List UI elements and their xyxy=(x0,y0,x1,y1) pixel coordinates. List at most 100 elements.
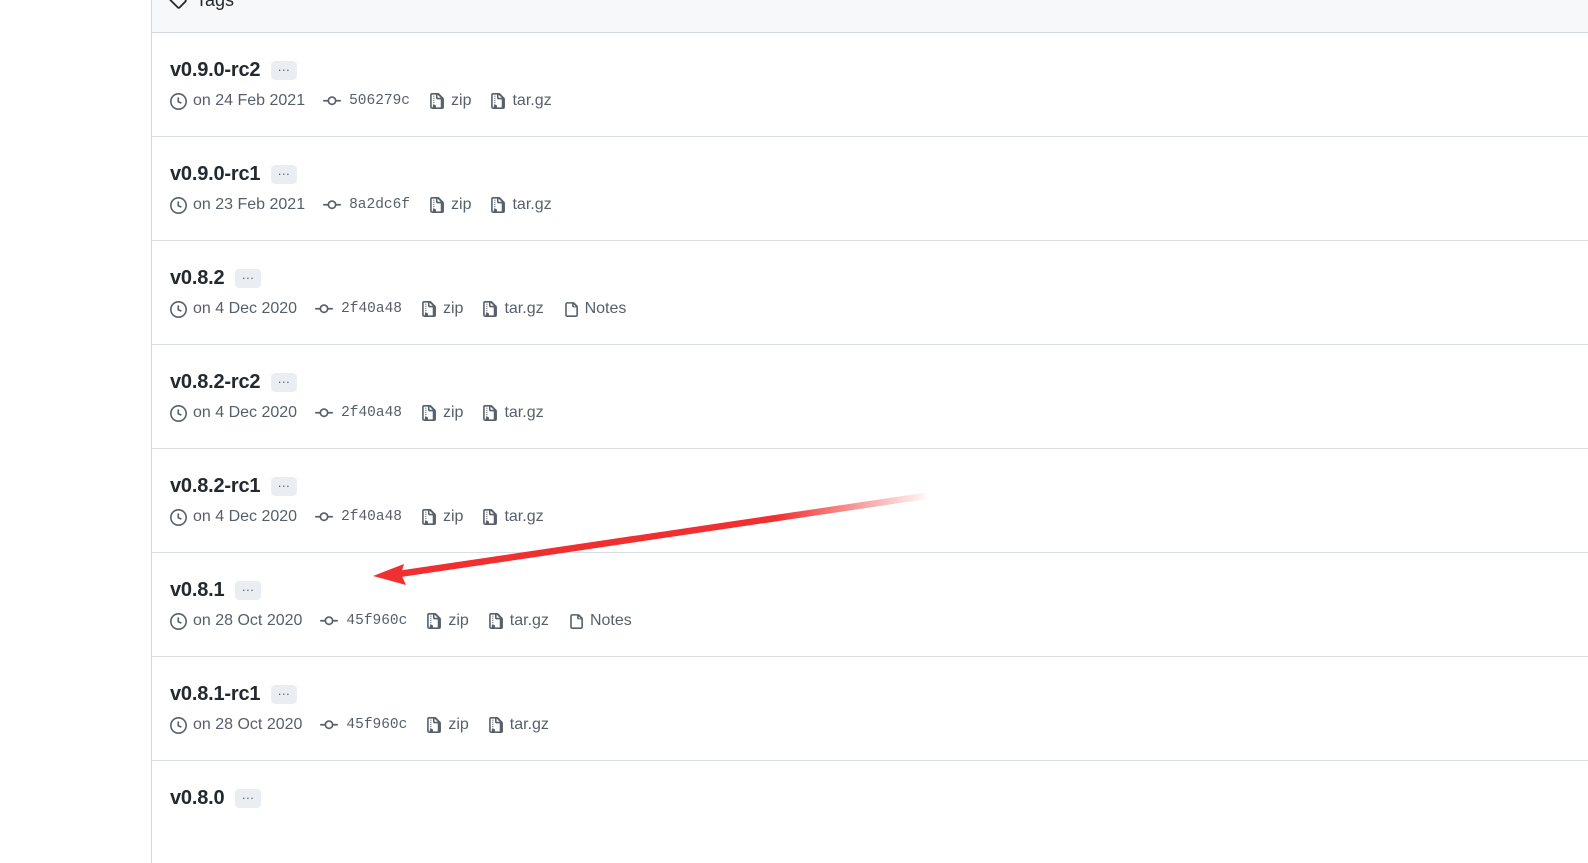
tag-name-link[interactable]: v0.9.0-rc2 xyxy=(170,59,260,81)
tag-zip-download[interactable]: zip xyxy=(428,92,471,110)
tag-main: v0.9.0-rc1 … on 23 Feb 2021 8a2dc6f zip tar.g… xyxy=(170,163,1588,214)
tag-targz-download[interactable]: tar.gz xyxy=(481,404,544,422)
tag-icon xyxy=(168,0,187,9)
git-commit-icon xyxy=(320,716,339,734)
tag-commit[interactable]: 8a2dc6f xyxy=(323,196,410,214)
tag-row: v0.8.1 … on 28 Oct 2020 45f960c zip tar.gz Not… xyxy=(152,553,1588,657)
tag-commit[interactable]: 506279c xyxy=(323,92,410,110)
tag-date: on 28 Oct 2020 xyxy=(170,612,302,630)
tags-rows: v0.9.0-rc2 … on 24 Feb 2021 506279c zip tar.g… xyxy=(152,33,1588,863)
tag-targz-label[interactable]: tar.gz xyxy=(504,300,543,318)
tag-name-link[interactable]: v0.8.2 xyxy=(170,267,225,289)
tag-commit-sha[interactable]: 2f40a48 xyxy=(341,509,402,525)
tag-targz-download[interactable]: tar.gz xyxy=(487,716,549,734)
file-zip-icon xyxy=(481,300,498,318)
tag-zip-download[interactable]: zip xyxy=(425,716,469,734)
tag-options-label: … xyxy=(277,370,292,386)
tag-commit-sha[interactable]: 2f40a48 xyxy=(341,405,402,421)
tag-zip-label[interactable]: zip xyxy=(443,300,463,318)
tag-targz-label[interactable]: tar.gz xyxy=(504,404,543,422)
tag-options-button[interactable]: … xyxy=(271,476,298,496)
tag-name-link[interactable]: v0.8.0 xyxy=(170,787,225,809)
tag-main: v0.8.2-rc2 … on 4 Dec 2020 2f40a48 zip tar.gz xyxy=(170,371,1588,422)
tag-date: on 4 Dec 2020 xyxy=(170,404,297,422)
tag-options-button[interactable]: … xyxy=(235,786,262,808)
tag-name-link[interactable]: v0.8.1 xyxy=(170,579,225,601)
tag-commit[interactable]: 2f40a48 xyxy=(315,300,402,318)
tag-targz-label[interactable]: tar.gz xyxy=(504,508,543,526)
tag-targz-download[interactable]: tar.gz xyxy=(489,92,552,110)
tag-zip-label[interactable]: zip xyxy=(451,92,471,110)
file-zip-icon xyxy=(489,92,506,110)
tag-options-button[interactable]: … xyxy=(271,682,298,704)
tag-meta: on 23 Feb 2021 8a2dc6f zip tar.gz xyxy=(170,196,1588,214)
note-file-icon xyxy=(562,301,579,318)
git-commit-icon xyxy=(315,508,334,526)
tag-commit[interactable]: 45f960c xyxy=(320,612,407,630)
tag-date-label: on 4 Dec 2020 xyxy=(193,300,298,317)
tag-name-link[interactable]: v0.8.2-rc1 xyxy=(170,475,260,497)
tag-title-line: v0.8.1-rc1 … xyxy=(170,683,1588,705)
tag-notes-link[interactable]: Notes xyxy=(562,300,627,318)
tag-main: v0.8.2-rc1 … on 4 Dec 2020 2f40a48 zip tar.gz xyxy=(170,475,1588,526)
tag-date: on 4 Dec 2020 xyxy=(170,300,297,318)
tag-options-button[interactable]: … xyxy=(271,58,298,80)
tag-options-label: … xyxy=(241,786,256,802)
tag-commit[interactable]: 2f40a48 xyxy=(315,404,402,422)
tag-commit[interactable]: 45f960c xyxy=(320,716,407,734)
tag-commit-sha[interactable]: 45f960c xyxy=(346,717,407,733)
tag-date: on 4 Dec 2020 xyxy=(170,508,297,526)
tag-options-button[interactable]: … xyxy=(271,370,298,392)
tag-targz-label[interactable]: tar.gz xyxy=(510,716,549,734)
tag-targz-label[interactable]: tar.gz xyxy=(512,92,551,110)
tag-row: v0.8.2 … on 4 Dec 2020 2f40a48 zip tar.gz Note… xyxy=(152,241,1588,345)
tag-options-button[interactable]: … xyxy=(235,268,262,288)
tag-title-line: v0.8.2-rc1 … xyxy=(170,475,1588,497)
tag-commit-sha[interactable]: 45f960c xyxy=(346,613,407,629)
tag-targz-label[interactable]: tar.gz xyxy=(512,196,551,214)
tag-main: v0.8.1 … on 28 Oct 2020 45f960c zip tar.gz Not… xyxy=(170,579,1588,630)
git-commit-icon xyxy=(315,404,334,422)
tag-zip-label[interactable]: zip xyxy=(448,612,468,630)
tag-meta: on 4 Dec 2020 2f40a48 zip tar.gz Notes xyxy=(170,300,1588,318)
tag-commit-sha[interactable]: 8a2dc6f xyxy=(349,197,410,213)
tag-targz-download[interactable]: tar.gz xyxy=(481,508,544,526)
tag-meta: on 4 Dec 2020 2f40a48 zip tar.gz xyxy=(170,508,1588,526)
tag-name-link[interactable]: v0.8.2-rc2 xyxy=(170,371,260,393)
tag-options-label: … xyxy=(277,58,292,74)
tag-zip-label[interactable]: zip xyxy=(443,404,463,422)
tag-date-label: on 4 Dec 2020 xyxy=(193,404,298,421)
tag-zip-label[interactable]: zip xyxy=(443,508,463,526)
tag-options-button[interactable]: … xyxy=(271,164,298,184)
tag-date: on 23 Feb 2021 xyxy=(170,196,305,214)
tag-options-button[interactable]: … xyxy=(235,578,262,600)
tag-commit-sha[interactable]: 2f40a48 xyxy=(341,301,402,317)
tag-zip-label[interactable]: zip xyxy=(448,716,468,734)
git-commit-icon xyxy=(320,612,339,630)
tag-options-label: … xyxy=(241,578,256,594)
tag-targz-download[interactable]: tar.gz xyxy=(481,300,544,318)
clock-icon xyxy=(170,612,187,630)
git-commit-icon xyxy=(323,196,342,214)
tag-targz-label[interactable]: tar.gz xyxy=(510,612,549,630)
tag-notes-link[interactable]: Notes xyxy=(567,612,632,630)
tag-targz-download[interactable]: tar.gz xyxy=(487,612,549,630)
tag-name-link[interactable]: v0.8.1-rc1 xyxy=(170,683,260,705)
file-zip-icon xyxy=(481,404,498,422)
tag-zip-download[interactable]: zip xyxy=(420,300,463,318)
tag-zip-download[interactable]: zip xyxy=(420,404,463,422)
tag-targz-download[interactable]: tar.gz xyxy=(489,196,552,214)
tag-zip-download[interactable]: zip xyxy=(428,196,471,214)
file-zip-icon xyxy=(428,92,445,110)
tag-zip-label[interactable]: zip xyxy=(451,196,471,214)
tag-row: v0.8.1-rc1 … on 28 Oct 2020 45f960c zip tar.g… xyxy=(152,657,1588,761)
tag-name-link[interactable]: v0.9.0-rc1 xyxy=(170,163,260,185)
tag-zip-download[interactable]: zip xyxy=(420,508,463,526)
tag-options-label: … xyxy=(277,682,292,698)
tag-zip-download[interactable]: zip xyxy=(425,612,469,630)
tag-commit[interactable]: 2f40a48 xyxy=(315,508,402,526)
tag-notes-label[interactable]: Notes xyxy=(585,300,627,318)
tag-notes-label[interactable]: Notes xyxy=(590,612,632,630)
tags-header-title: Tags xyxy=(196,0,234,9)
tag-commit-sha[interactable]: 506279c xyxy=(349,93,410,109)
